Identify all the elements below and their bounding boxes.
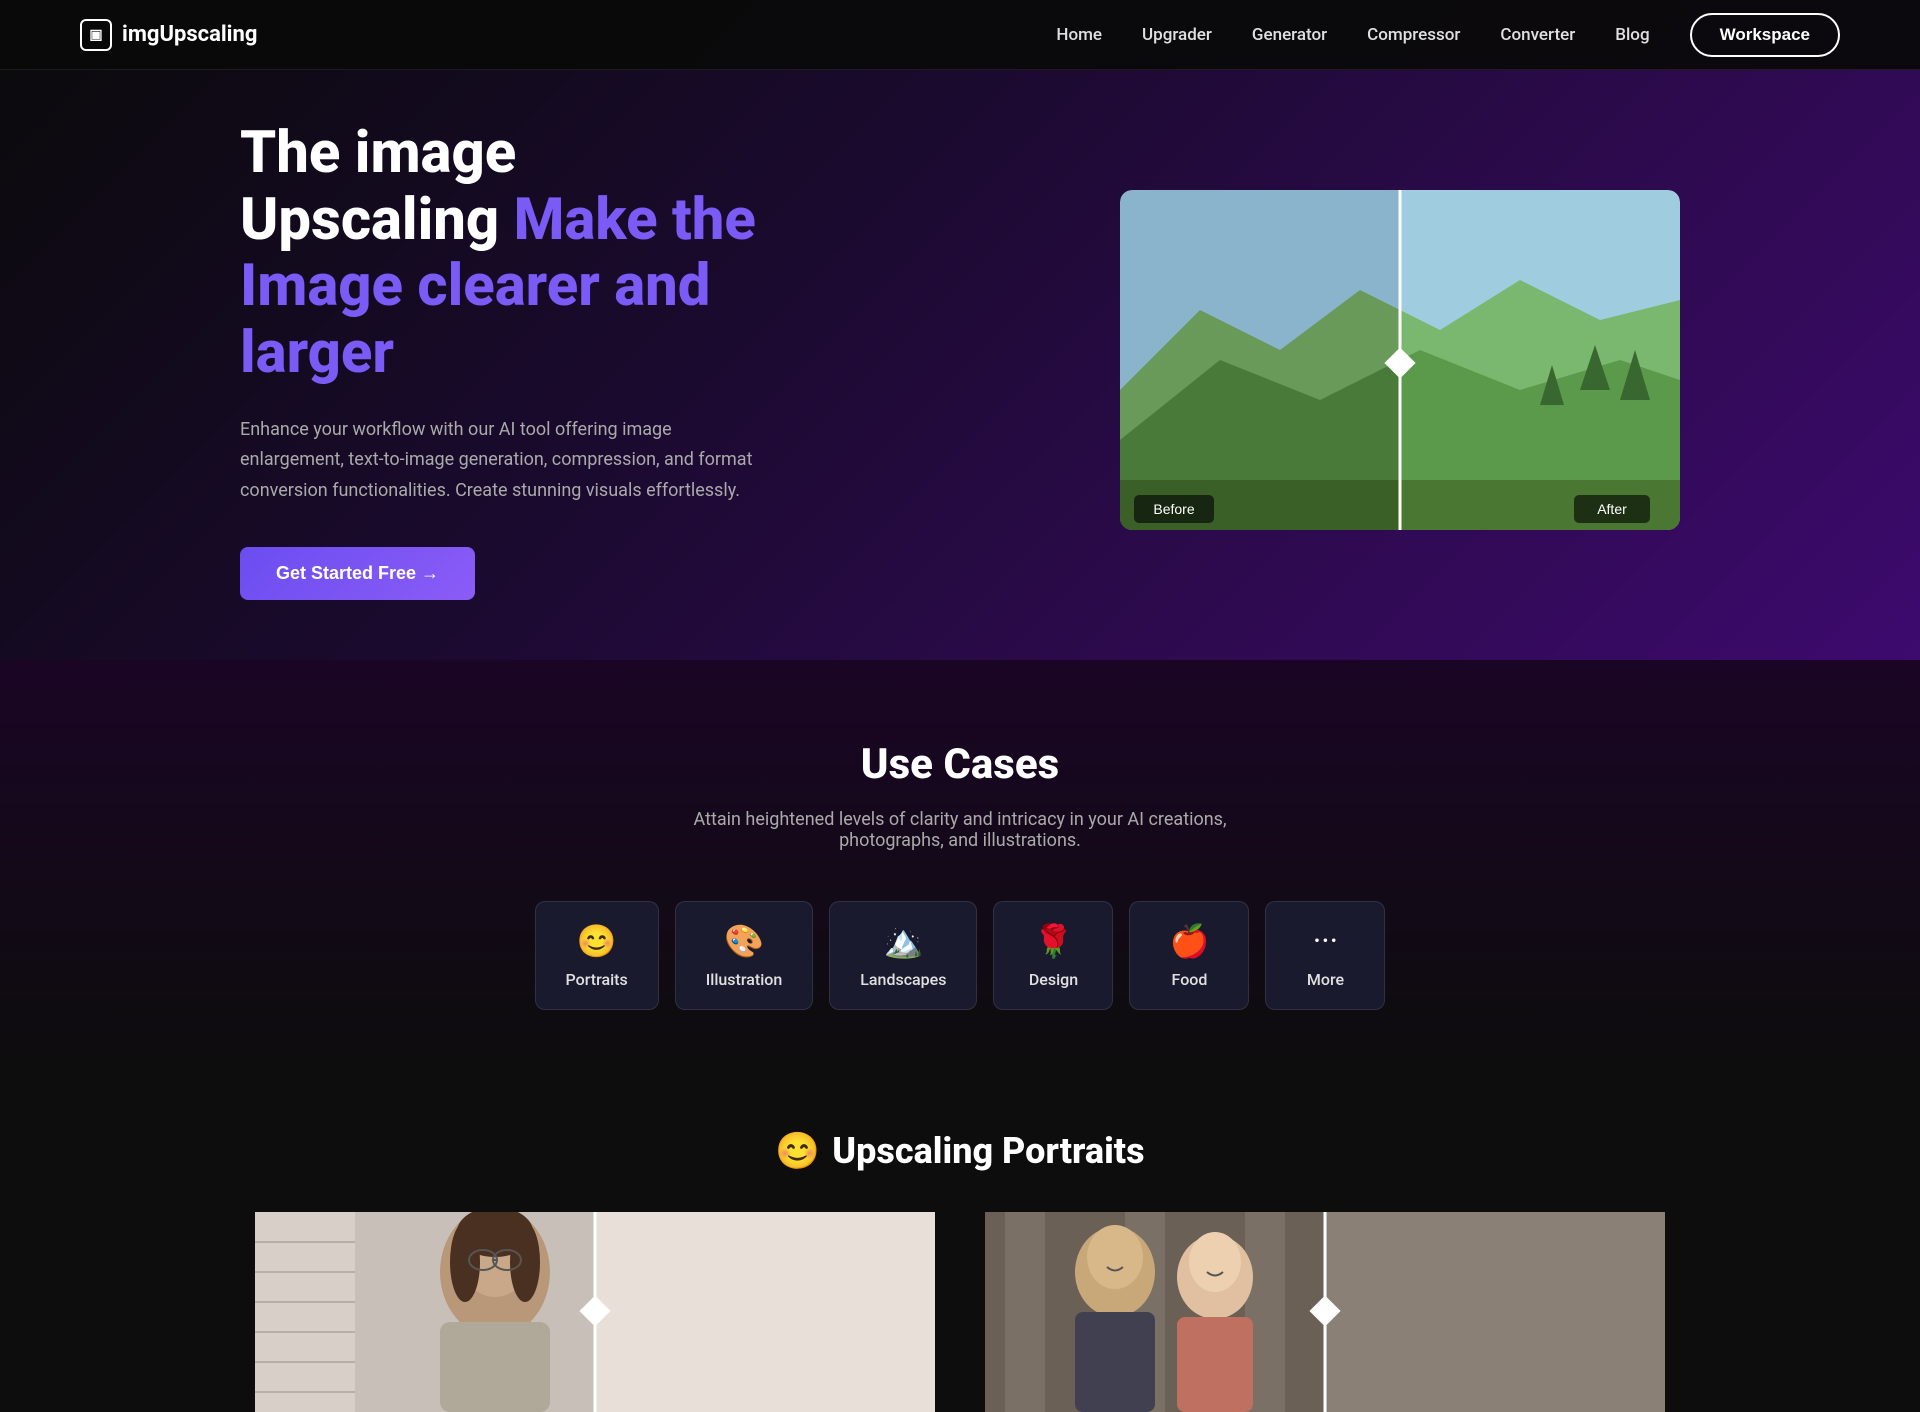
- design-emoji: 🌹: [1034, 922, 1074, 960]
- portraits-grid: [240, 1212, 1680, 1412]
- nav-generator[interactable]: Generator: [1252, 25, 1327, 45]
- nav-links: Home Upgrader Generator Compressor Conve…: [1056, 13, 1840, 57]
- food-label: Food: [1172, 970, 1208, 989]
- illustration-label: Illustration: [706, 970, 783, 989]
- hero-title-part1: The image Upscaling: [240, 119, 516, 254]
- hero-section: The image Upscaling Make the Image clear…: [0, 0, 1920, 660]
- nav-blog[interactable]: Blog: [1615, 25, 1649, 45]
- hero-title: The image Upscaling Make the Image clear…: [240, 120, 760, 387]
- design-label: Design: [1029, 970, 1078, 989]
- hero-comparison-image: Before After: [1120, 190, 1680, 530]
- more-label: More: [1307, 970, 1344, 989]
- use-case-design[interactable]: 🌹 Design: [993, 901, 1113, 1010]
- use-cases-subtitle: Attain heightened levels of clarity and …: [660, 809, 1260, 851]
- illustration-emoji: 🎨: [724, 922, 764, 960]
- portrait-card-2: [970, 1212, 1680, 1412]
- logo-icon: ▣: [80, 19, 112, 51]
- logo[interactable]: ▣ imgUpscaling: [80, 19, 257, 51]
- portraits-title: 😊 Upscaling Portraits: [240, 1130, 1680, 1172]
- logo-text: imgUpscaling: [122, 22, 257, 47]
- use-case-food[interactable]: 🍎 Food: [1129, 901, 1249, 1010]
- use-cases-section: Use Cases Attain heightened levels of cl…: [0, 660, 1920, 1070]
- use-cases-title: Use Cases: [240, 740, 1680, 789]
- portrait-card-1: [240, 1212, 950, 1412]
- use-cases-grid: 😊 Portraits 🎨 Illustration 🏔️ Landscapes…: [240, 901, 1680, 1010]
- hero-image-container: Before After: [1120, 190, 1680, 530]
- portraits-title-emoji: 😊: [775, 1130, 820, 1172]
- food-emoji: 🍎: [1170, 922, 1210, 960]
- portraits-label: Portraits: [566, 970, 628, 989]
- portrait-2-svg: [970, 1212, 1680, 1412]
- workspace-button[interactable]: Workspace: [1690, 13, 1840, 57]
- after-label: After: [1597, 501, 1627, 517]
- landscape-svg: Before After: [1120, 190, 1680, 530]
- portrait-1-svg: [240, 1212, 950, 1412]
- navbar: ▣ imgUpscaling Home Upgrader Generator C…: [0, 0, 1920, 70]
- use-case-more[interactable]: ··· More: [1265, 901, 1385, 1010]
- nav-home[interactable]: Home: [1056, 25, 1102, 45]
- hero-text: The image Upscaling Make the Image clear…: [240, 120, 760, 600]
- use-case-portraits[interactable]: 😊 Portraits: [535, 901, 659, 1010]
- use-case-illustration[interactable]: 🎨 Illustration: [675, 901, 814, 1010]
- nav-upgrader[interactable]: Upgrader: [1142, 25, 1212, 45]
- landscapes-label: Landscapes: [860, 970, 946, 989]
- more-emoji: ···: [1313, 922, 1338, 960]
- nav-converter[interactable]: Converter: [1500, 25, 1575, 45]
- landscapes-emoji: 🏔️: [883, 922, 923, 960]
- portraits-title-text: Upscaling Portraits: [832, 1130, 1144, 1172]
- use-case-landscapes[interactable]: 🏔️ Landscapes: [829, 901, 977, 1010]
- before-label: Before: [1153, 501, 1194, 517]
- get-started-button[interactable]: Get Started Free →: [240, 547, 475, 600]
- portraits-emoji: 😊: [577, 922, 617, 960]
- hero-subtitle: Enhance your workflow with our AI tool o…: [240, 415, 760, 507]
- portraits-section: 😊 Upscaling Portraits: [0, 1070, 1920, 1412]
- nav-compressor[interactable]: Compressor: [1367, 25, 1460, 45]
